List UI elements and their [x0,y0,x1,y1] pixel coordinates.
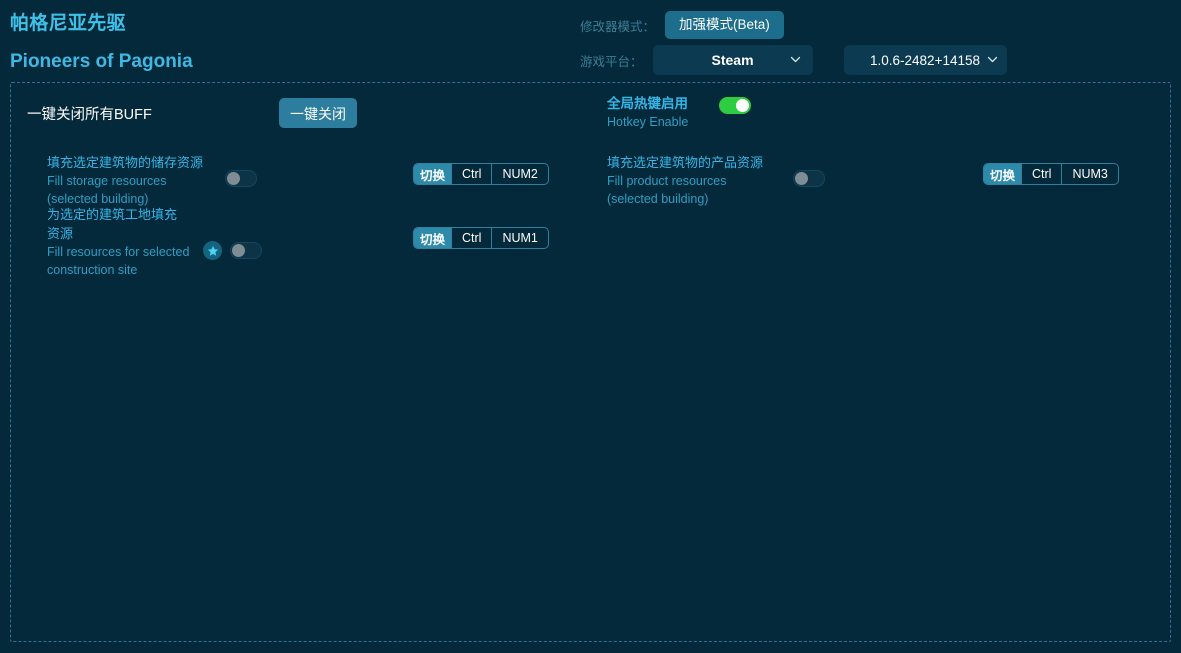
one-key-close-label: 一键关闭所有BUFF [27,106,152,123]
header-controls: 修改器模式： 加强模式(Beta) 游戏平台： Steam 1.0.6-2482… [580,0,1180,78]
cheat-controls [203,241,262,260]
toggle-knob [795,172,808,185]
game-title-block: 帕格尼亚先驱 Pioneers of Pagonia [10,12,193,74]
app-window: 帕格尼亚先驱 Pioneers of Pagonia 修改器模式： 加强模式(B… [0,0,1181,653]
toggle-knob [232,244,245,257]
hotkey-action-label: 切换 [984,164,1022,184]
hotkey-key-label: NUM3 [1061,164,1117,184]
hotkey-combo-fill-storage[interactable]: 切换 Ctrl NUM2 [413,163,549,185]
chevron-down-icon [790,54,801,65]
toggle-knob [227,172,240,185]
hotkey-combo-fill-product[interactable]: 切换 Ctrl NUM3 [983,163,1119,185]
cheat-label-en-line2: (selected building) [607,192,709,206]
trainer-mode-button[interactable]: 加强模式(Beta) [665,11,784,39]
cheat-label-en-line1: Fill resources for selected [47,245,190,259]
cheat-label-cn-line2: 资源 [47,226,74,241]
hotkey-key-label: NUM2 [491,164,547,184]
version-select-value: 1.0.6-2482+14158 [870,52,980,68]
cheat-label-cn: 填充选定建筑物的储存资源 [47,155,204,170]
cheat-toggle-fill-storage[interactable] [225,170,257,187]
cheat-label-en-line2: construction site [47,263,138,277]
cheat-toggle-fill-product[interactable] [793,170,825,187]
game-platform-label: 游戏平台： [580,54,643,69]
hotkey-enable-label-en: Hotkey Enable [607,115,689,129]
hotkey-enable-toggle[interactable] [719,97,751,115]
hotkey-enable-texts: 全局热键启用 Hotkey Enable [607,95,717,131]
game-platform-row: 游戏平台： Steam 1.0.6-2482+14158 [580,45,1007,75]
hotkey-key-label: NUM1 [491,228,547,248]
cheat-label-en-line1: Fill product resources [607,174,727,188]
hotkey-action-label: 切换 [414,228,452,248]
game-title-cn: 帕格尼亚先驱 [10,13,126,34]
platform-select-value: Steam [711,52,754,68]
platform-select[interactable]: Steam [652,45,813,75]
toggle-knob [736,99,749,113]
hotkey-combo-fill-construction[interactable]: 切换 Ctrl NUM1 [413,227,549,249]
hotkey-modifier-label: Ctrl [1021,164,1061,184]
cheat-label-cn-line1: 为选定的建筑工地填充 [47,207,178,222]
cheat-label-fill-construction: 为选定的建筑工地填充 资源 Fill resources for selecte… [47,205,195,279]
one-key-close-button[interactable]: 一键关闭 [279,98,357,128]
hotkey-action-label: 切换 [414,164,452,184]
trainer-mode-label: 修改器模式： [580,19,656,34]
hotkey-modifier-label: Ctrl [451,164,491,184]
trainer-mode-row: 修改器模式： 加强模式(Beta) [580,11,784,39]
star-icon[interactable] [203,241,222,260]
cheat-label-fill-product: 填充选定建筑物的产品资源 Fill product resources (sel… [607,153,785,208]
cheat-label-fill-storage: 填充选定建筑物的储存资源 Fill storage resources (sel… [47,153,217,208]
header: 帕格尼亚先驱 Pioneers of Pagonia 修改器模式： 加强模式(B… [0,0,1181,78]
chevron-down-icon [987,54,998,65]
cheat-row-fill-product: 填充选定建筑物的产品资源 Fill product resources (sel… [607,153,825,208]
cheat-label-en-line1: Fill storage resources [47,174,167,188]
cheat-controls [793,170,825,187]
one-key-close-row: 一键关闭所有BUFF 一键关闭 [27,93,357,133]
cheat-toggle-fill-construction[interactable] [230,242,262,259]
hotkey-enable-toggle-wrap [719,97,751,115]
cheat-label-cn: 填充选定建筑物的产品资源 [607,155,764,170]
cheat-row-fill-storage: 填充选定建筑物的储存资源 Fill storage resources (sel… [47,153,257,208]
hotkey-modifier-label: Ctrl [451,228,491,248]
hotkey-enable-row: 全局热键启用 Hotkey Enable [607,95,751,131]
cheat-panel: 一键关闭所有BUFF 一键关闭 全局热键启用 Hotkey Enable 填充选… [10,82,1171,642]
cheat-controls [225,170,257,187]
cheat-row-fill-construction: 为选定的建筑工地填充 资源 Fill resources for selecte… [47,205,262,279]
hotkey-enable-label-cn: 全局热键启用 [607,96,688,111]
game-title-en: Pioneers of Pagonia [10,51,193,72]
version-select[interactable]: 1.0.6-2482+14158 [843,45,1007,75]
